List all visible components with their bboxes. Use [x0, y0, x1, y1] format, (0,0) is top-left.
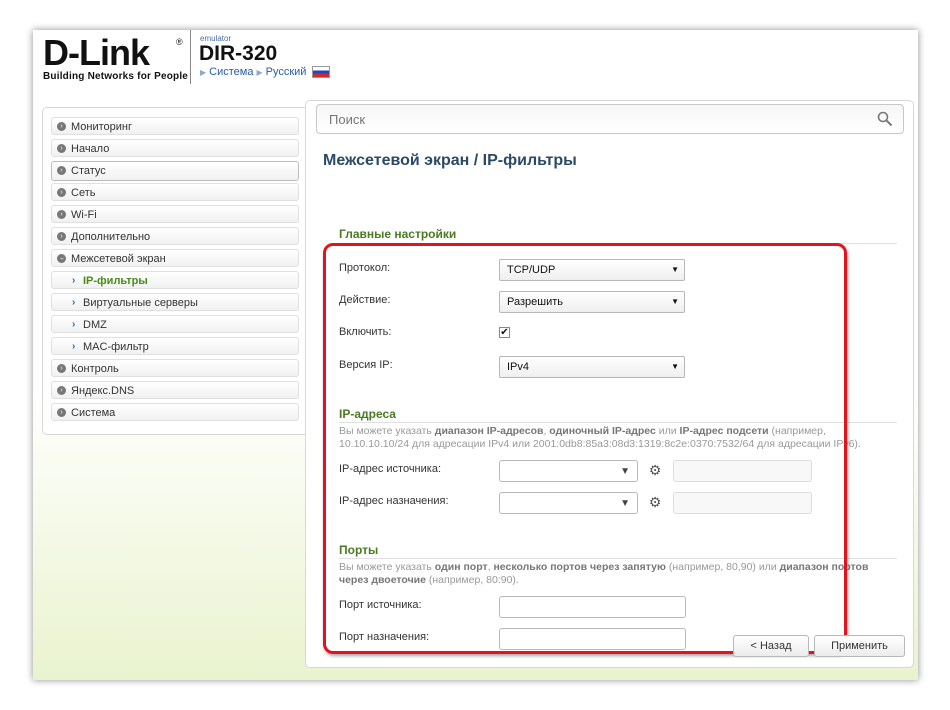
- sidebar-item-label: Яндекс.DNS: [71, 385, 135, 397]
- sidebar-item-advanced[interactable]: › Дополнительно: [51, 227, 299, 245]
- sidebar-item-label: Дополнительно: [71, 231, 151, 243]
- dest-port-label: Порт назначения:: [339, 631, 430, 643]
- sidebar-item-monitoring[interactable]: › Мониторинг: [51, 117, 299, 135]
- chevron-down-icon: ›: [57, 254, 66, 263]
- search-input[interactable]: [317, 105, 869, 133]
- sidebar-item-virtual-servers[interactable]: › Виртуальные серверы: [51, 293, 299, 311]
- chevron-right-icon: ›: [57, 122, 66, 131]
- triangle-right-icon: ▶: [256, 67, 263, 77]
- action-label: Действие:: [339, 294, 391, 306]
- ports-title: Порты: [339, 543, 379, 557]
- action-value: Разрешить: [507, 296, 563, 308]
- logo-registered-mark: ®: [176, 37, 183, 47]
- sidebar-item-label: Статус: [71, 165, 106, 177]
- main-panel: Межсетевой экран / IP-фильтры Главные на…: [305, 100, 914, 668]
- dest-ip-input[interactable]: [673, 492, 812, 514]
- device-model: DIR-320: [199, 42, 278, 65]
- language-menu-link[interactable]: Русский: [266, 66, 307, 78]
- system-menu-link[interactable]: Система: [209, 66, 253, 78]
- main-settings-title: Главные настройки: [339, 227, 457, 241]
- apply-button[interactable]: Применить: [814, 635, 905, 657]
- enable-label: Включить:: [339, 326, 392, 338]
- sidebar-item-label: DMZ: [83, 319, 107, 331]
- ip-version-label: Версия IP:: [339, 359, 393, 371]
- protocol-select[interactable]: TCP/UDP ▼: [499, 259, 685, 281]
- sidebar-item-label: IP-фильтры: [83, 275, 148, 287]
- chevron-right-icon: ›: [57, 144, 66, 153]
- dlink-logo[interactable]: D-Link ® Building Networks for People: [43, 32, 189, 83]
- sidebar-item-status[interactable]: › Статус: [51, 161, 299, 181]
- sidebar-item-label: Сеть: [71, 187, 96, 199]
- sidebar-item-label: Контроль: [71, 363, 119, 375]
- page-title: Межсетевой экран / IP-фильтры: [323, 152, 577, 169]
- source-port-label: Порт источника:: [339, 599, 422, 611]
- ports-hint: Вы можете указать один порт, несколько п…: [339, 561, 869, 586]
- ip-version-select[interactable]: IPv4 ▼: [499, 356, 685, 378]
- source-ip-input[interactable]: [673, 460, 812, 482]
- dropdown-arrow-icon: ▼: [671, 265, 679, 274]
- header-menu: ▶ Система ▶ Русский: [200, 66, 331, 78]
- dropdown-arrow-icon: ▼: [671, 297, 679, 306]
- ip-version-value: IPv4: [507, 361, 530, 373]
- logo-tagline: Building Networks for People: [43, 71, 189, 82]
- russian-flag-icon[interactable]: [312, 66, 331, 78]
- sidebar-item-start[interactable]: › Начало: [51, 139, 299, 157]
- back-button[interactable]: < Назад: [733, 635, 809, 657]
- network-icon[interactable]: ⚙: [646, 462, 664, 478]
- search-box: [316, 104, 904, 134]
- chevron-right-icon: ›: [57, 210, 66, 219]
- chevron-right-icon: ›: [57, 364, 66, 373]
- chevron-right-icon: ›: [72, 319, 76, 330]
- sidebar-item-mac-filter[interactable]: › MAC-фильтр: [51, 337, 299, 355]
- sidebar-item-label: Межсетевой экран: [71, 253, 166, 265]
- sidebar-item-label: MAC-фильтр: [83, 341, 149, 353]
- triangle-right-icon: ▶: [200, 67, 207, 77]
- chevron-right-icon: ›: [72, 297, 76, 308]
- action-select[interactable]: Разрешить ▼: [499, 291, 685, 313]
- sidebar-item-label: Wi-Fi: [71, 209, 97, 221]
- source-ip-combo[interactable]: ▼: [499, 460, 638, 482]
- ip-addresses-hint: Вы можете указать диапазон IP-адресов, о…: [339, 425, 861, 450]
- dropdown-arrow-icon: ▼: [620, 498, 630, 509]
- sidebar-item-label: Виртуальные серверы: [83, 297, 198, 309]
- chevron-right-icon: ›: [57, 408, 66, 417]
- sidebar-item-control[interactable]: › Контроль: [51, 359, 299, 377]
- source-port-input[interactable]: [499, 596, 686, 618]
- sidebar-item-label: Система: [71, 407, 116, 419]
- protocol-value: TCP/UDP: [507, 264, 556, 276]
- sidebar-item-ip-filters[interactable]: › IP-фильтры: [51, 271, 299, 289]
- sidebar-item-firewall[interactable]: › Межсетевой экран: [51, 249, 299, 267]
- sidebar-item-network[interactable]: › Сеть: [51, 183, 299, 201]
- dest-ip-combo[interactable]: ▼: [499, 492, 638, 514]
- dest-port-input[interactable]: [499, 628, 686, 650]
- sidebar-item-wifi[interactable]: › Wi-Fi: [51, 205, 299, 223]
- section-divider: [339, 422, 897, 423]
- network-icon[interactable]: ⚙: [646, 494, 664, 510]
- chevron-right-icon: ›: [72, 275, 76, 286]
- search-icon[interactable]: [877, 111, 893, 127]
- sidebar-item-yandex-dns[interactable]: › Яндекс.DNS: [51, 381, 299, 399]
- chevron-right-icon: ›: [57, 188, 66, 197]
- router-admin-window: D-Link ® Building Networks for People em…: [33, 30, 918, 680]
- dropdown-arrow-icon: ▼: [620, 466, 630, 477]
- enable-checkbox[interactable]: ✔: [499, 327, 510, 338]
- chevron-right-icon: ›: [57, 232, 66, 241]
- protocol-label: Протокол:: [339, 262, 391, 274]
- sidebar-item-label: Мониторинг: [71, 121, 133, 133]
- sidebar-item-dmz[interactable]: › DMZ: [51, 315, 299, 333]
- dropdown-arrow-icon: ▼: [671, 362, 679, 371]
- logo-wordmark: D-Link: [43, 32, 150, 73]
- sidebar-item-system[interactable]: › Система: [51, 403, 299, 421]
- chevron-right-icon: ›: [57, 386, 66, 395]
- source-ip-label: IP-адрес источника:: [339, 463, 441, 475]
- section-divider: [339, 243, 897, 244]
- chevron-right-icon: ›: [72, 341, 76, 352]
- ip-addresses-title: IP-адреса: [339, 407, 396, 421]
- chevron-right-icon: ›: [57, 166, 66, 175]
- sidebar-item-label: Начало: [71, 143, 110, 155]
- header-divider: [190, 30, 191, 84]
- sidebar-menu: › Мониторинг › Начало › Статус › Сеть › …: [42, 107, 309, 435]
- section-divider: [339, 558, 897, 559]
- dest-ip-label: IP-адрес назначения:: [339, 495, 449, 507]
